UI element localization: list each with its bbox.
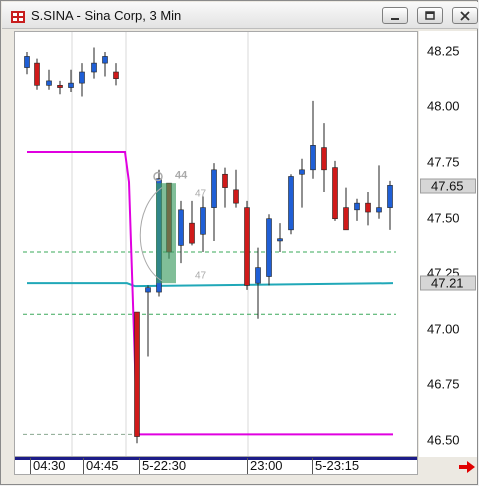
bullish-candle (24, 56, 30, 68)
bullish-candle (376, 207, 382, 213)
price-axis[interactable]: 48.25 48.00 47.75 47.50 47.25 47.00 46.7… (419, 31, 477, 457)
bullish-candle (255, 267, 261, 284)
bearish-candle (34, 62, 40, 86)
bullish-candle (266, 218, 272, 277)
last-price-marker: 47.65 (420, 178, 476, 194)
close-icon (460, 10, 470, 21)
time-axis[interactable]: 04:30 04:45 5-22:30 23:00 5-23:15 (14, 457, 418, 475)
y-tick-label: 48.00 (427, 98, 460, 114)
bullish-candle (354, 202, 360, 211)
scroll-right-arrow-icon[interactable] (459, 461, 475, 473)
bearish-candle (222, 173, 228, 188)
bearish-candle (189, 222, 195, 244)
y-tick-label: 47.50 (427, 210, 460, 226)
minimize-icon (391, 17, 399, 20)
x-tick-label: 04:45 (83, 458, 119, 474)
bullish-candle (299, 169, 305, 175)
bearish-candle (134, 311, 140, 437)
candlestick-chart[interactable]: 44 47 47 (15, 32, 418, 457)
y-tick-label: 47.00 (427, 321, 460, 337)
order-highlight-box (156, 183, 176, 284)
x-tick-label: 5-22:30 (139, 458, 186, 474)
x-tick-label: 5-23:15 (312, 458, 359, 474)
title-bar[interactable]: S.SINA - Sina Corp, 3 Min (2, 2, 478, 29)
bearish-candle (57, 85, 63, 88)
bearish-candle (113, 71, 119, 79)
bullish-candle (200, 207, 206, 235)
price-chart[interactable]: 44 47 47 (14, 31, 418, 457)
bullish-candle (310, 145, 316, 171)
magenta-stop-line (27, 151, 393, 436)
order-count-label: 44 (175, 170, 188, 182)
y-tick-label: 47.75 (427, 154, 460, 170)
bullish-candle (68, 82, 74, 88)
x-tick-label: 23:00 (247, 458, 283, 474)
app-logo-icon (11, 11, 25, 23)
bullish-candle (102, 56, 108, 64)
y-tick-label: 48.25 (427, 43, 460, 59)
cyan-line-price-marker: 47.21 (420, 275, 476, 291)
bullish-candle (91, 62, 97, 73)
restore-button[interactable] (417, 7, 443, 24)
bearish-candle (233, 189, 239, 204)
bullish-candle (145, 287, 151, 293)
bullish-candle (178, 209, 184, 246)
bullish-candle (46, 80, 52, 86)
price-annotation-label: 47 (195, 271, 207, 282)
bearish-candle (365, 202, 371, 213)
window-title: S.SINA - Sina Corp, 3 Min (31, 8, 182, 23)
x-tick-label: 04:30 (30, 458, 66, 474)
bearish-candle (332, 167, 338, 220)
bearish-candle (343, 207, 349, 231)
minimize-button[interactable] (382, 7, 408, 24)
cyan-level-line (27, 282, 394, 288)
restore-icon (425, 10, 435, 20)
bearish-candle (244, 207, 250, 286)
bullish-candle (277, 238, 283, 242)
bullish-candle (79, 71, 85, 84)
bullish-candle (288, 176, 294, 231)
bullish-candle (387, 185, 393, 208)
bullish-candle (211, 169, 217, 208)
chart-window: S.SINA - Sina Corp, 3 Min 44 47 47 48.25 4… (0, 0, 478, 485)
y-tick-label: 46.50 (427, 432, 460, 448)
y-tick-label: 46.75 (427, 376, 460, 392)
bearish-candle (321, 147, 327, 171)
close-button[interactable] (452, 7, 478, 24)
price-annotation-label: 47 (195, 188, 207, 199)
